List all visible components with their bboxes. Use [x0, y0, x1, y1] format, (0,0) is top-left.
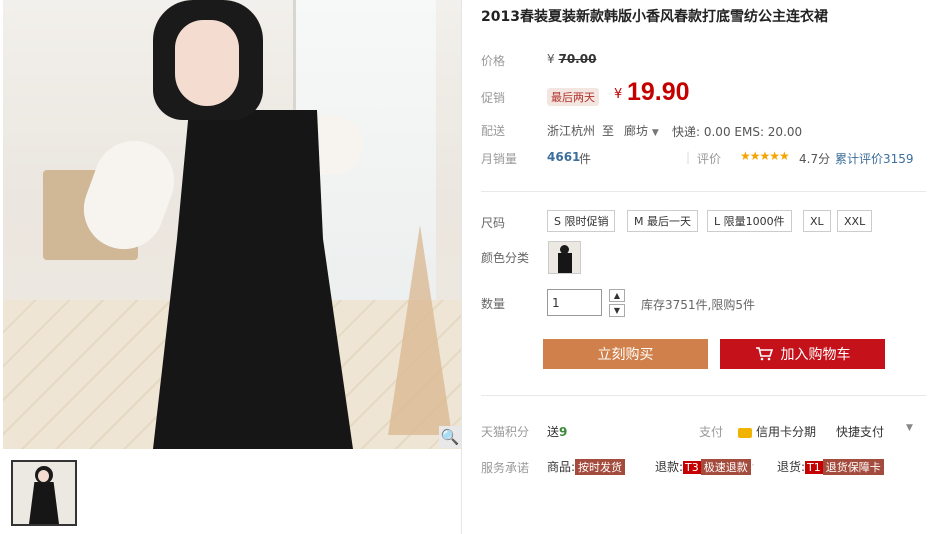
sales-count: 4661: [547, 150, 581, 164]
size-option-xl[interactable]: XL: [803, 210, 831, 232]
swatch-head: [560, 245, 569, 254]
shipping-label: 配送: [481, 124, 506, 138]
points-label: 天猫积分: [481, 425, 530, 439]
quick-pay-option[interactable]: 快捷支付: [836, 423, 884, 440]
size-option-l[interactable]: L 限量1000件: [707, 210, 792, 232]
promo-tag: 最后两天: [547, 88, 599, 106]
points-prefix: 送: [547, 425, 560, 439]
expand-payment-icon[interactable]: ▼: [906, 423, 913, 433]
destination-select[interactable]: 廊坊 ▼: [624, 122, 659, 139]
service-return-label: 退货:: [777, 460, 806, 474]
chevron-down-icon: ▼: [651, 128, 659, 138]
sales-unit: 件: [579, 152, 592, 166]
installment-option[interactable]: 信用卡分期: [738, 423, 816, 440]
stock-info: 库存3751件,限购5件: [641, 298, 755, 312]
star-icon: ★★★★★: [740, 149, 790, 163]
size-option-xxl[interactable]: XXL: [837, 210, 873, 232]
service-refund-label: 退款:: [655, 460, 684, 474]
service-return: 退货: T1 退货保障卡: [777, 458, 884, 475]
service-goods-label: 商品:: [547, 460, 576, 474]
quantity-label: 数量: [481, 297, 506, 311]
thumbnail-dress: [29, 482, 59, 524]
service-refund-badge[interactable]: 极速退款: [700, 459, 751, 475]
main-product-image[interactable]: 🔍: [3, 0, 461, 449]
add-to-cart-button[interactable]: 加入购物车: [720, 339, 885, 369]
service-refund: 退款: T3 极速退款: [655, 458, 751, 475]
original-price: ¥ 70.00: [547, 52, 596, 66]
quantity-down-icon[interactable]: ▼: [609, 304, 625, 317]
original-price-value: 70.00: [558, 52, 597, 66]
total-reviews-link[interactable]: 累计评价3159: [835, 150, 914, 167]
add-to-cart-label: 加入购物车: [780, 347, 851, 363]
currency-symbol: ¥: [547, 52, 555, 66]
points-value: 送9: [547, 423, 567, 440]
magnifier-icon[interactable]: 🔍: [439, 426, 461, 448]
shipping-fees: 快递: 0.00 EMS: 20.00: [672, 125, 803, 139]
destination-value: 廊坊: [624, 124, 649, 138]
size-label: 尺码: [481, 216, 506, 230]
shipping-from: 浙江杭州: [547, 124, 596, 138]
quantity-up-icon[interactable]: ▲: [609, 289, 625, 302]
column-divider: [461, 0, 462, 534]
quantity-input[interactable]: [547, 289, 602, 316]
service-separator: ·: [751, 458, 755, 472]
promo-label: 促销: [481, 91, 506, 105]
promo-currency: ¥: [614, 87, 623, 102]
size-option-m[interactable]: M 最后一天: [627, 210, 698, 232]
credit-card-icon: [738, 427, 752, 438]
color-swatch[interactable]: [548, 241, 581, 274]
sales-label: 月销量: [481, 152, 518, 166]
service-return-code: T1: [805, 461, 823, 474]
swatch-dress: [558, 253, 572, 273]
section-divider-2: [481, 395, 926, 396]
background-tree: [388, 225, 452, 435]
product-gallery: 🔍: [3, 0, 461, 534]
rating-stars: ★★★★★: [740, 149, 790, 163]
sales-separator: |: [686, 150, 691, 164]
shipping-to-word: 至: [602, 124, 615, 138]
model-face: [175, 20, 239, 106]
section-divider: [481, 191, 926, 192]
service-goods-badge[interactable]: 按时发货: [575, 459, 626, 475]
thumbnail-image[interactable]: [11, 460, 77, 526]
service-goods: 商品: 按时发货: [547, 458, 626, 475]
size-option-s[interactable]: S 限时促销: [547, 210, 616, 232]
rating-score: 4.7分: [799, 152, 831, 166]
service-label: 服务承诺: [481, 461, 530, 475]
promo-price: 19.90: [627, 78, 690, 106]
color-label: 颜色分类: [481, 251, 530, 265]
price-label: 价格: [481, 54, 506, 68]
product-title: 2013春装夏装新款韩版小香风春款打底雪纺公主连衣裙: [481, 9, 828, 25]
points-number: 9: [559, 425, 568, 439]
service-refund-code: T3: [683, 461, 701, 474]
installment-text: 信用卡分期: [756, 425, 817, 439]
service-return-badge[interactable]: 退货保障卡: [822, 459, 884, 475]
buy-now-button[interactable]: 立刻购买: [543, 339, 708, 369]
thumbnail-face: [38, 470, 49, 482]
product-info: 2013春装夏装新款韩版小香风春款打底雪纺公主连衣裙 价格 ¥ 70.00 促销…: [481, 0, 926, 534]
payment-label: 支付: [699, 425, 724, 439]
rating-label: 评价: [697, 152, 722, 166]
cart-icon: [755, 347, 773, 361]
